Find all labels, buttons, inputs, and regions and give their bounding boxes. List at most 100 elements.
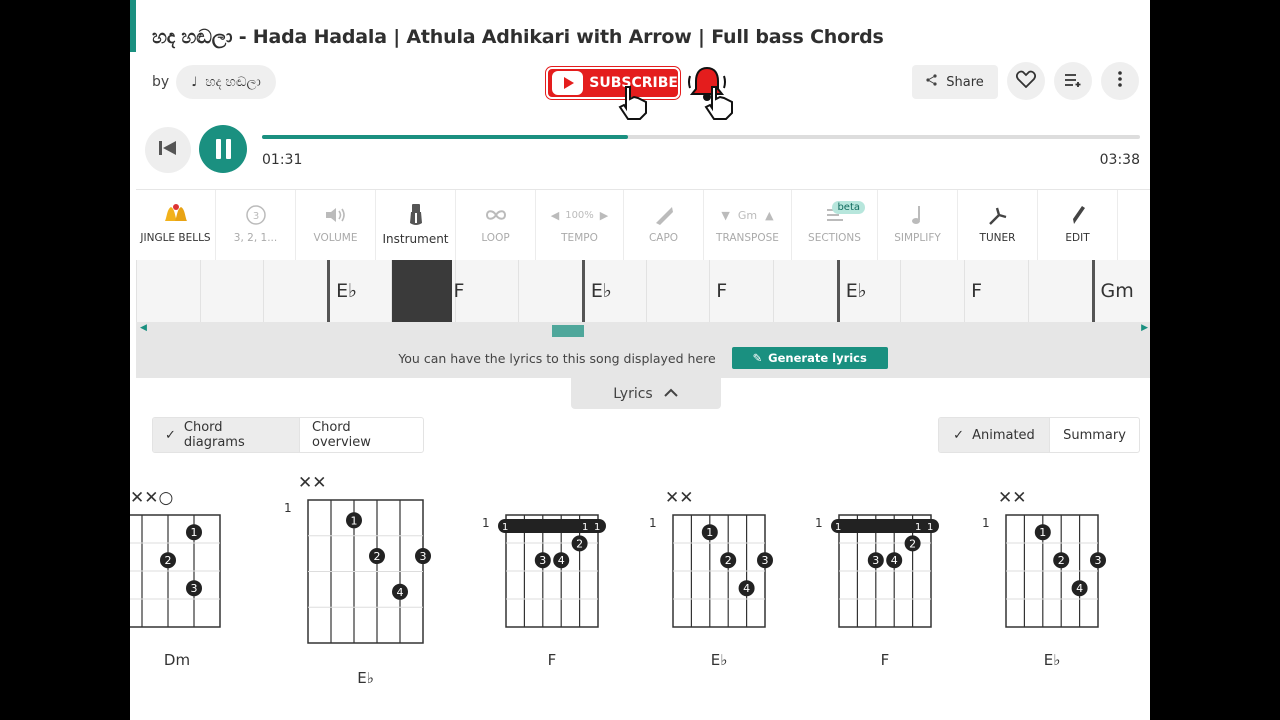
timeline-beat[interactable]	[518, 260, 579, 322]
muted-strings: ✕✕	[998, 488, 1027, 508]
share-button[interactable]: Share	[912, 65, 998, 99]
tool-label: VOLUME	[313, 232, 358, 244]
favorite-button[interactable]	[1007, 62, 1045, 100]
transpose-icon: ▼ Gm ▲	[721, 208, 774, 222]
scroll-left-icon[interactable]: ◀	[140, 323, 147, 333]
tool-label: CAPO	[648, 232, 679, 244]
finger-label: 3	[539, 554, 546, 567]
muted-strings: ✕✕	[665, 488, 694, 508]
generate-lyrics-label: Generate lyrics	[768, 351, 867, 365]
tool-label: SECTIONS	[808, 232, 861, 244]
fret-number: 1	[982, 516, 990, 530]
tool-sections[interactable]: SECTIONS beta	[792, 190, 878, 260]
tool-instrument[interactable]: Instrument	[376, 190, 456, 260]
tool-3-2-1[interactable]: 3 3, 2, 1...	[216, 190, 296, 260]
more-vertical-icon	[1118, 71, 1122, 91]
add-to-playlist-button[interactable]	[1054, 62, 1092, 100]
finger-label: 4	[397, 586, 404, 599]
transpose-value: Gm	[737, 208, 758, 222]
timeline-beat[interactable]	[773, 260, 834, 322]
scroll-right-icon[interactable]: ▶	[1141, 323, 1148, 333]
timeline-beat[interactable]	[263, 260, 324, 322]
tool-label: 3, 2, 1...	[233, 232, 278, 244]
timeline-beat[interactable]: E♭	[836, 260, 898, 322]
chord-diagrams: ✕✕○123Dm✕✕11243E♭1 1 1 13 42F✕✕11243E♭1 1 1 13 4…	[130, 473, 1106, 687]
total-time: 03:38	[1099, 152, 1140, 168]
title-accent	[130, 0, 136, 52]
tool-volume[interactable]: VOLUME	[296, 190, 376, 260]
timeline-beat[interactable]	[136, 260, 197, 322]
lyrics-toggle-tab[interactable]: Lyrics	[571, 378, 721, 409]
timeline-beat[interactable]	[645, 260, 707, 322]
finger-label: 3	[191, 582, 198, 595]
chord-view-toggle: ✓ Chord diagrams Chord overview	[152, 417, 424, 453]
pencil-icon	[1068, 204, 1088, 226]
generate-lyrics-button[interactable]: ✎ Generate lyrics	[731, 347, 888, 369]
chord-diagrams-tab[interactable]: ✓ Chord diagrams	[153, 418, 299, 452]
finger-label: 1	[351, 514, 358, 527]
fret-number: 1	[284, 501, 292, 515]
check-icon: ✓	[165, 427, 176, 443]
tool-edit[interactable]: EDIT	[1038, 190, 1118, 260]
share-label: Share	[946, 74, 984, 90]
timeline-beat[interactable]: F	[709, 260, 770, 322]
animated-tab[interactable]: ✓ Animated	[939, 418, 1049, 452]
finger-label: 1	[582, 522, 588, 533]
capo-icon	[653, 204, 675, 226]
pause-icon	[215, 139, 221, 159]
timeline-beat[interactable]: F	[454, 260, 516, 322]
by-label: by	[152, 74, 170, 90]
playlist-add-icon	[1064, 72, 1082, 91]
tool-tuner[interactable]: TUNER	[958, 190, 1038, 260]
timeline-chord-name: F	[971, 280, 983, 302]
timeline-scroll-thumb[interactable]	[552, 325, 584, 337]
progress-track[interactable]	[262, 135, 1140, 139]
timeline-chord-name: E♭	[336, 280, 358, 302]
finger-label: 2	[909, 537, 916, 550]
summary-tab[interactable]: Summary	[1049, 418, 1139, 452]
chord-diagrams-label: Chord diagrams	[183, 420, 245, 450]
chord-overview-label: Chord overview	[312, 420, 371, 450]
timeline-beat[interactable]: E♭	[327, 260, 388, 322]
timeline-scrollbar[interactable]: ◀ ▶	[136, 322, 1150, 338]
chord-overview-tab[interactable]: Chord overview	[299, 418, 423, 452]
finger-label: 1	[915, 522, 921, 533]
tool-loop[interactable]: LOOP	[456, 190, 536, 260]
magic-wand-icon: ✎	[752, 351, 763, 365]
timeline-beat[interactable]: E♭	[581, 260, 643, 322]
tool-jingle-bells[interactable]: JINGLE BELLS	[136, 190, 216, 260]
tool-label: LOOP	[481, 232, 510, 244]
finger-label: 1	[502, 522, 508, 533]
finger-label: 4	[743, 582, 750, 595]
guitar-icon	[407, 204, 425, 226]
pointer-hand-icon	[702, 85, 736, 125]
finger-label: 1	[1039, 526, 1046, 539]
timeline-chord-name: F	[716, 280, 728, 302]
tool-transpose[interactable]: ▼ Gm ▲ TRANSPOSE	[704, 190, 792, 260]
chevron-up-icon	[663, 386, 679, 402]
pause-button[interactable]	[199, 125, 247, 173]
timeline-beat[interactable]	[1027, 260, 1089, 322]
timeline-beat[interactable]	[199, 260, 261, 322]
artist-chip[interactable]: ♩ හද හඬලා	[176, 65, 276, 99]
tool-tempo[interactable]: ◀ 100% ▶ TEMPO	[536, 190, 624, 260]
finger-label: 3	[1095, 554, 1102, 567]
muted-strings: ✕✕	[298, 473, 327, 493]
timeline-chord-name: Gm	[1100, 280, 1134, 302]
svg-text:3: 3	[252, 211, 258, 222]
more-options-button[interactable]	[1101, 62, 1139, 100]
fret-number: 1	[815, 516, 823, 530]
subscribe-button[interactable]: SUBSCRIBE	[546, 67, 680, 99]
chord-timeline[interactable]: E♭ F E♭ F E♭ F Gm	[136, 260, 1150, 322]
skip-back-button[interactable]	[145, 127, 191, 173]
tool-simplify[interactable]: SIMPLIFY	[878, 190, 958, 260]
tool-capo[interactable]: CAPO	[624, 190, 704, 260]
note-icon	[911, 204, 925, 226]
animated-label: Animated	[972, 427, 1035, 443]
finger-label: 3	[420, 550, 427, 563]
timeline-beat[interactable]: F	[964, 260, 1025, 322]
timeline-beat[interactable]	[390, 260, 452, 322]
timeline-beat[interactable]	[900, 260, 961, 322]
tool-label: TRANSPOSE	[716, 232, 779, 244]
timeline-beat[interactable]: Gm	[1091, 260, 1151, 322]
